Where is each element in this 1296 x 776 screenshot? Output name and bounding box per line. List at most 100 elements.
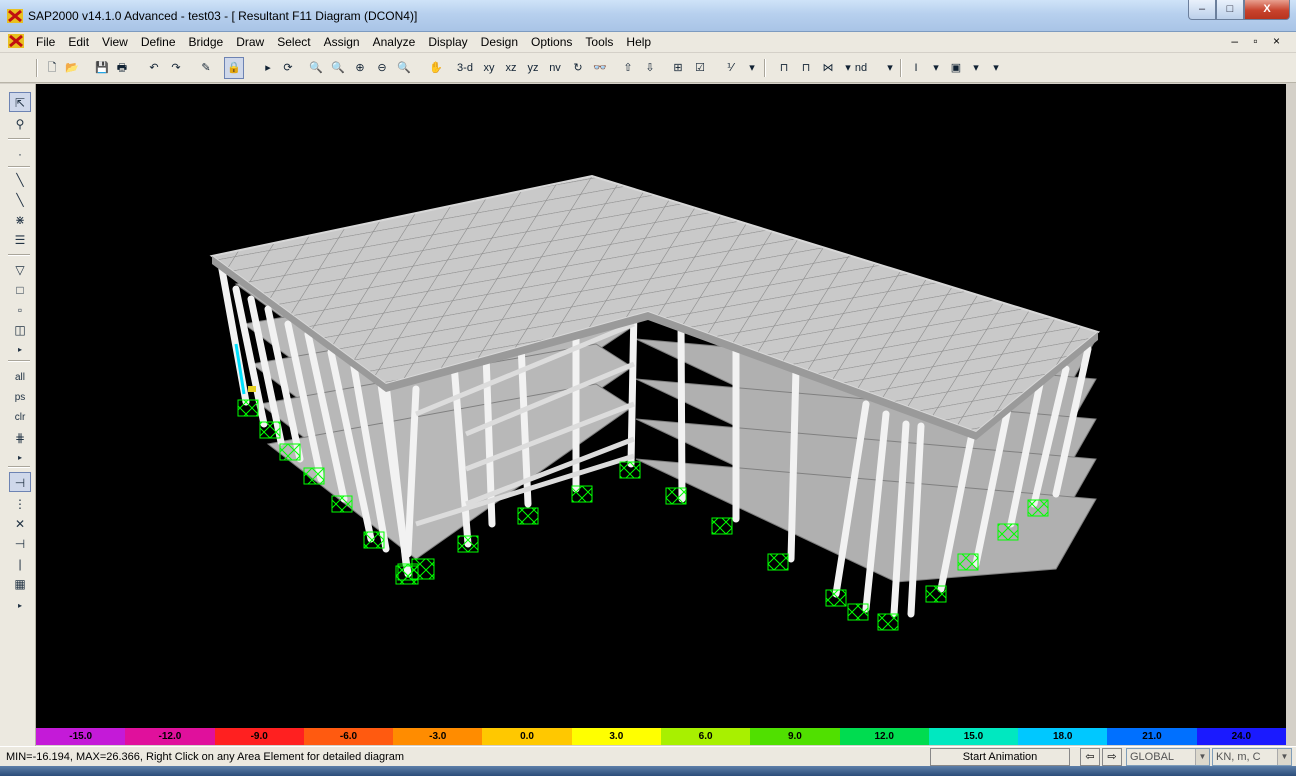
status-bar: MIN=-16.194, MAX=26.366, Right Click on … [0, 746, 1296, 766]
close-button[interactable]: X [1244, 0, 1290, 20]
view-3d-button[interactable]: 3-d [456, 57, 474, 79]
structure-3d-model[interactable] [36, 84, 1286, 728]
units-value: KN, m, C [1216, 751, 1261, 763]
move-up-icon[interactable]: ⇧ [618, 57, 638, 79]
toolbar-overflow-icon[interactable]: ▾ [880, 57, 900, 79]
dropdown-arrow-icon[interactable]: ▾ [966, 57, 986, 79]
legend-cell: 0.0 [482, 728, 572, 745]
sidebar-separator [8, 466, 30, 468]
mdi-controls[interactable]: – ▫ × [1231, 34, 1286, 48]
previous-select-icon[interactable]: ps [9, 388, 31, 408]
zoom-in-icon[interactable]: ⊕ [350, 57, 370, 79]
toolbar-overflow-icon[interactable]: ▾ [742, 57, 762, 79]
snap-intersection-icon[interactable]: ✕ [9, 514, 31, 534]
view-yz-button[interactable]: yz [524, 57, 542, 79]
menu-edit[interactable]: Edit [68, 35, 89, 49]
zoom-window-icon[interactable]: 🔍 [306, 57, 326, 79]
undo-icon[interactable]: ↶ [144, 57, 164, 79]
draw-poly-area-icon[interactable]: ▽ [9, 260, 31, 280]
snap-grid-icon[interactable]: ▦ [9, 574, 31, 594]
menu-define[interactable]: Define [141, 35, 176, 49]
view-xy-button[interactable]: xy [480, 57, 498, 79]
right-arrow-icon[interactable]: ⇨ [1102, 748, 1122, 766]
sidebar-separator [8, 254, 30, 256]
menu-view[interactable]: View [102, 35, 128, 49]
menu-file[interactable]: File [36, 35, 55, 49]
snap-joints-icon[interactable]: ⊣ [9, 472, 31, 492]
display-options-icon[interactable]: ▣ [946, 57, 966, 79]
pencil-icon[interactable]: ✎ [196, 57, 216, 79]
units-select[interactable]: KN, m, C ▼ [1212, 748, 1292, 766]
view-xz-button[interactable]: xz [502, 57, 520, 79]
pan-icon[interactable]: ✋ [426, 57, 446, 79]
nd-button[interactable]: nd [852, 57, 870, 79]
sidebar-overflow-icon[interactable]: ▸ [9, 596, 31, 616]
section-icon[interactable]: I [906, 57, 926, 79]
save-icon[interactable]: 💾 [92, 57, 112, 79]
menu-draw[interactable]: Draw [236, 35, 264, 49]
draw-toolbar: ⇱ ⚲ · ╲ ╲ ⋇ ☰ ▽ □ ▫ ◫ ▸ all ps clr ⋕ ▸ ⊣… [0, 84, 36, 750]
chevron-down-icon: ▼ [1277, 749, 1291, 765]
snap-perpendicular-icon[interactable]: ⊣ [9, 534, 31, 554]
toolbar-separator [764, 59, 766, 77]
draw-joint-icon[interactable]: · [9, 144, 31, 164]
dropdown-arrow-icon[interactable]: ▾ [926, 57, 946, 79]
rotate-3d-icon[interactable]: ↻ [568, 57, 588, 79]
new-file-icon[interactable]: 🗋 [42, 57, 62, 79]
coord-system-select[interactable]: GLOBAL ▼ [1126, 748, 1210, 766]
model-viewport[interactable] [36, 84, 1286, 728]
draw-secondary-icon[interactable]: ☰ [9, 230, 31, 250]
clear-select-icon[interactable]: clr [9, 408, 31, 428]
snap-lines-icon[interactable]: | [9, 554, 31, 574]
main-toolbar: 🗋 📂 💾 🖶 ↶ ↷ ✎ 🔒 ▸ ⟳ 🔍 🔍 ⊕ ⊖ 🔍 ✋ 3-d xy x… [0, 53, 1296, 83]
frame-icon[interactable]: ⊓ [774, 57, 794, 79]
select-all-icon[interactable]: all [9, 368, 31, 388]
run-analysis-icon[interactable]: ▸ [258, 57, 278, 79]
reshaper-icon[interactable]: ⚲ [9, 114, 31, 134]
zoom-out-icon[interactable]: ⊖ [372, 57, 392, 79]
menu-options[interactable]: Options [531, 35, 572, 49]
lock-icon[interactable]: 🔒 [224, 57, 244, 79]
quick-draw-area-icon[interactable]: ▫ [9, 300, 31, 320]
menu-design[interactable]: Design [481, 35, 518, 49]
print-icon[interactable]: 🖶 [112, 57, 132, 79]
open-file-icon[interactable]: 📂 [62, 57, 82, 79]
minimize-button[interactable]: – [1188, 0, 1216, 20]
menu-assign[interactable]: Assign [324, 35, 360, 49]
draw-brace-icon[interactable]: ⋇ [9, 210, 31, 230]
quick-draw-frame-icon[interactable]: ╲ [9, 190, 31, 210]
menu-bridge[interactable]: Bridge [189, 35, 224, 49]
sidebar-overflow-icon[interactable]: ▸ [9, 340, 31, 360]
title-bar: SAP2000 v14.1.0 Advanced - test03 - [ Re… [0, 0, 1296, 32]
zoom-prev-icon[interactable]: 🔍 [394, 57, 414, 79]
menu-tools[interactable]: Tools [585, 35, 613, 49]
redo-icon[interactable]: ↷ [166, 57, 186, 79]
maximize-button[interactable]: □ [1216, 0, 1244, 20]
pointer-icon[interactable]: ⇱ [9, 92, 31, 112]
perspective-icon[interactable]: 👓 [590, 57, 610, 79]
frame-load-icon[interactable]: ⊓ [796, 57, 816, 79]
move-down-icon[interactable]: ⇩ [640, 57, 660, 79]
menu-help[interactable]: Help [626, 35, 651, 49]
menu-analyze[interactable]: Analyze [373, 35, 416, 49]
draw-frame-icon[interactable]: ╲ [9, 170, 31, 190]
view-nv-button[interactable]: nv [546, 57, 564, 79]
fraction-icon[interactable]: ⅟ [720, 57, 740, 79]
frame-force-icon[interactable]: ⋈ [818, 57, 838, 79]
draw-rect-area-icon[interactable]: □ [9, 280, 31, 300]
start-animation-button[interactable]: Start Animation [930, 748, 1070, 766]
toolbar-overflow-icon[interactable]: ▾ [986, 57, 1006, 79]
grid-icon[interactable]: ⊞ [668, 57, 688, 79]
sidebar-overflow-icon[interactable]: ▸ [9, 448, 31, 468]
rotate-view-icon[interactable]: ⟳ [278, 57, 298, 79]
zoom-fit-icon[interactable]: 🔍 [328, 57, 348, 79]
snap-midpoint-icon[interactable]: ⋮ [9, 494, 31, 514]
draw-solid-icon[interactable]: ◫ [9, 320, 31, 340]
chevron-down-icon: ▼ [1195, 749, 1209, 765]
checkbox-icon[interactable]: ☑ [690, 57, 710, 79]
menu-display[interactable]: Display [428, 35, 467, 49]
menu-select[interactable]: Select [277, 35, 310, 49]
intersecting-line-icon[interactable]: ⋕ [9, 428, 31, 448]
left-arrow-icon[interactable]: ⇦ [1080, 748, 1100, 766]
document-icon[interactable] [8, 34, 24, 48]
